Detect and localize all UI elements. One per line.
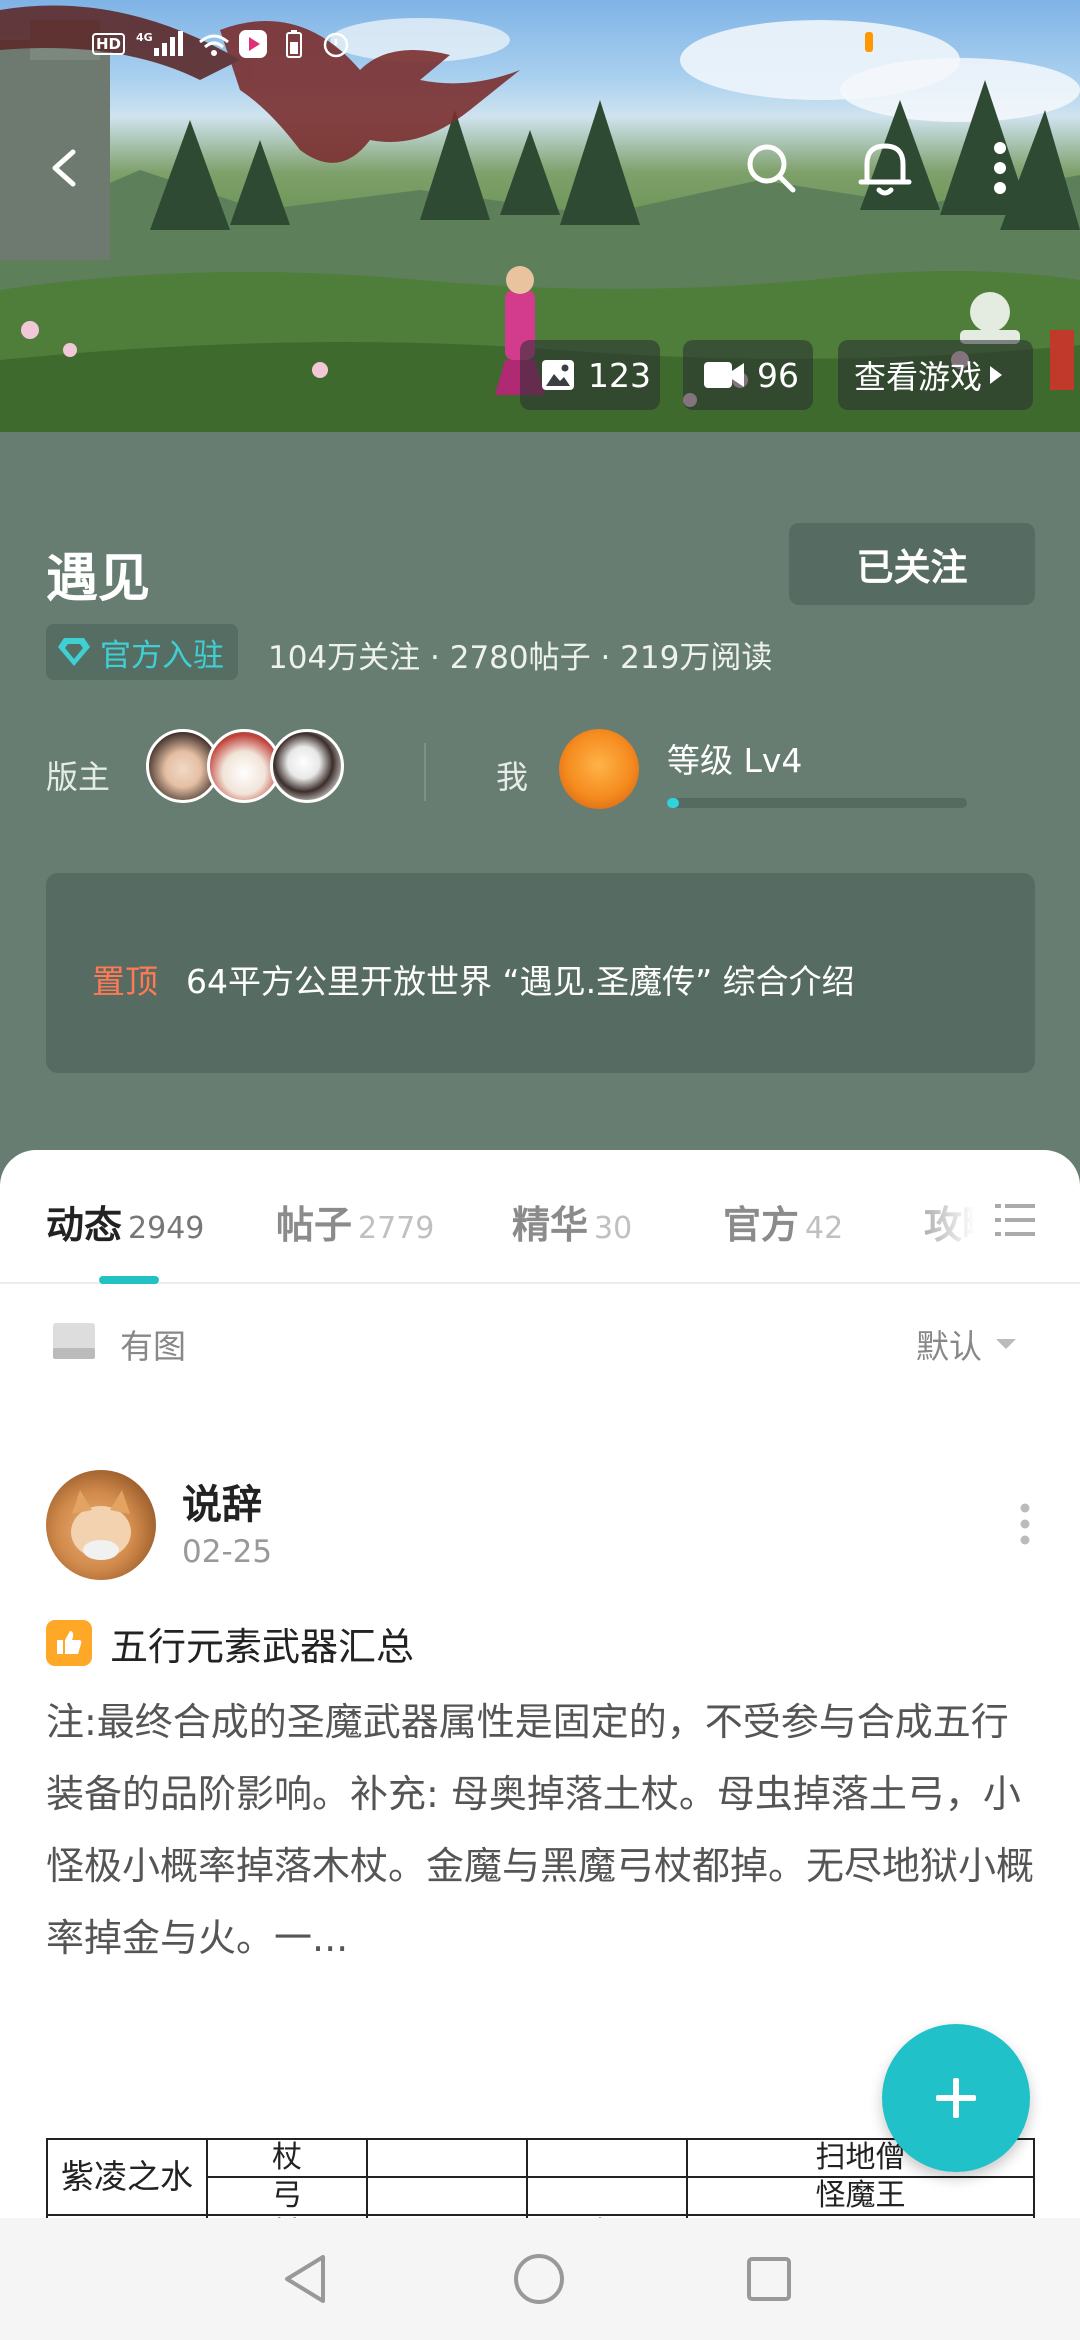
tab-official[interactable]: 官方 42 bbox=[723, 1194, 843, 1249]
forum-page: HD 4G 123 96 查看游戏 遇见 已关注 官方入驻 104万关注 · 2… bbox=[0, 0, 1080, 2340]
author-avatar[interactable] bbox=[46, 1470, 156, 1580]
post-date: 02-25 bbox=[182, 1534, 273, 1570]
wifi-icon bbox=[196, 30, 232, 58]
tab-count: 2949 bbox=[128, 1211, 205, 1246]
image-icon bbox=[540, 358, 576, 392]
tab-count: 2779 bbox=[358, 1211, 435, 1246]
back-arrow-icon bbox=[52, 149, 76, 187]
table-cell: 怪魔王 bbox=[686, 2176, 1035, 2216]
tab-count: 42 bbox=[805, 1211, 844, 1246]
tab-count: 30 bbox=[594, 1211, 633, 1246]
view-game-button[interactable]: 查看游戏 bbox=[838, 340, 1033, 410]
pinned-tag: 置顶 bbox=[92, 962, 158, 1001]
tab-dynamic[interactable]: 动态 2949 bbox=[46, 1194, 204, 1249]
filter-row: 有图 默认 bbox=[0, 1284, 1080, 1384]
forum-title: 遇见 bbox=[46, 549, 151, 609]
post-title: 五行元素武器汇总 bbox=[110, 1625, 415, 1669]
table-cell bbox=[526, 2138, 688, 2178]
hd-label: HD bbox=[92, 33, 126, 55]
post-more-icon[interactable] bbox=[1010, 1494, 1040, 1554]
tab-list-button[interactable] bbox=[985, 1190, 1045, 1250]
videos-button[interactable]: 96 bbox=[683, 340, 813, 410]
status-bar: HD 4G bbox=[0, 0, 1080, 86]
recording-indicator bbox=[865, 32, 873, 52]
more-vertical-icon bbox=[994, 142, 1006, 194]
back-button[interactable] bbox=[25, 128, 105, 208]
tab-label: 精华 bbox=[512, 1203, 589, 1247]
tab-posts[interactable]: 帖子 2779 bbox=[276, 1194, 434, 1249]
search-icon bbox=[747, 144, 796, 193]
element-cell: 紫凌之水 bbox=[46, 2138, 208, 2216]
image-filter-icon[interactable] bbox=[52, 1322, 96, 1360]
level-progress-bar bbox=[667, 798, 967, 808]
forum-stats: 104万关注 · 2780帖子 · 219万阅读 bbox=[268, 640, 773, 676]
forum-info: 遇见 已关注 官方入驻 104万关注 · 2780帖子 · 219万阅读 版主 … bbox=[0, 432, 1080, 1212]
level-progress-fill bbox=[667, 798, 679, 808]
pinned-title: 64平方公里开放世界 “遇见.圣魔传” 综合介绍 bbox=[186, 962, 855, 1001]
battery-icon bbox=[286, 30, 302, 58]
follow-button[interactable]: 已关注 bbox=[789, 523, 1035, 605]
moderator-avatar[interactable] bbox=[270, 729, 344, 803]
official-label: 官方入驻 bbox=[100, 637, 224, 674]
table-cell bbox=[526, 2176, 688, 2216]
nav-back-button[interactable] bbox=[272, 2244, 342, 2314]
game-banner: HD 4G 123 96 查看游戏 bbox=[0, 0, 1080, 432]
search-button[interactable] bbox=[731, 128, 811, 208]
system-nav-bar bbox=[0, 2218, 1080, 2340]
videos-count: 96 bbox=[757, 355, 799, 395]
official-badge: 官方入驻 bbox=[46, 624, 238, 680]
timer-icon bbox=[322, 30, 350, 58]
active-tab-indicator bbox=[99, 1276, 159, 1284]
divider bbox=[424, 743, 426, 801]
more-options-button[interactable] bbox=[960, 128, 1040, 208]
video-icon bbox=[703, 360, 745, 390]
list-icon bbox=[995, 1204, 1035, 1236]
svg-text:4G: 4G bbox=[136, 31, 153, 44]
caret-down-icon bbox=[996, 1339, 1016, 1349]
table-cell: 杖 bbox=[206, 2138, 368, 2178]
new-post-button[interactable] bbox=[882, 2024, 1030, 2172]
nav-recents-button[interactable] bbox=[734, 2244, 804, 2314]
app-notification-icon bbox=[238, 30, 268, 58]
play-triangle-icon bbox=[990, 366, 1003, 384]
thumbs-up-icon bbox=[46, 1620, 92, 1666]
nav-recents-icon bbox=[747, 2257, 791, 2301]
photos-count: 123 bbox=[588, 355, 651, 395]
tab-bar: 动态 2949 帖子 2779 精华 30 官方 42 攻略 bbox=[0, 1150, 1080, 1284]
photos-button[interactable]: 123 bbox=[520, 340, 660, 410]
bell-icon bbox=[858, 143, 912, 196]
post-body: 注:最终合成的圣魔武器属性是固定的，不受参与合成五行装备的品阶影响。补充: 母奥… bbox=[46, 1700, 1035, 1960]
hd-indicator: HD bbox=[92, 30, 126, 58]
my-avatar[interactable] bbox=[559, 729, 639, 809]
table-cell: 弓 bbox=[206, 2176, 368, 2216]
table-cell bbox=[366, 2138, 528, 2178]
table-cell bbox=[366, 2176, 528, 2216]
nav-home-button[interactable] bbox=[504, 2244, 574, 2314]
tab-label: 动态 bbox=[46, 1203, 123, 1247]
plus-icon bbox=[936, 2078, 976, 2118]
nav-back-icon bbox=[285, 2255, 325, 2303]
tab-featured[interactable]: 精华 30 bbox=[512, 1194, 632, 1249]
nav-home-icon bbox=[514, 2254, 564, 2304]
notification-button[interactable] bbox=[845, 128, 925, 208]
image-filter-label[interactable]: 有图 bbox=[120, 1320, 186, 1368]
pinned-post[interactable]: 置顶 64平方公里开放世界 “遇见.圣魔传” 综合介绍 bbox=[46, 873, 1035, 1073]
tab-label: 帖子 bbox=[276, 1203, 353, 1247]
level-label: 等级 Lv4 bbox=[667, 741, 803, 780]
table-row: 紫凌之水杖扫地僧 bbox=[46, 2138, 1035, 2216]
view-game-label: 查看游戏 bbox=[854, 358, 983, 396]
me-label: 我 bbox=[496, 758, 529, 796]
moderator-label: 版主 bbox=[46, 758, 111, 796]
signal-icon: 4G bbox=[136, 30, 184, 58]
diamond-icon bbox=[58, 638, 90, 666]
author-name[interactable]: 说辞 bbox=[182, 1472, 262, 1530]
tab-label: 官方 bbox=[723, 1203, 800, 1247]
sort-dropdown[interactable]: 默认 bbox=[916, 1320, 1020, 1368]
sort-label: 默认 bbox=[916, 1327, 982, 1366]
